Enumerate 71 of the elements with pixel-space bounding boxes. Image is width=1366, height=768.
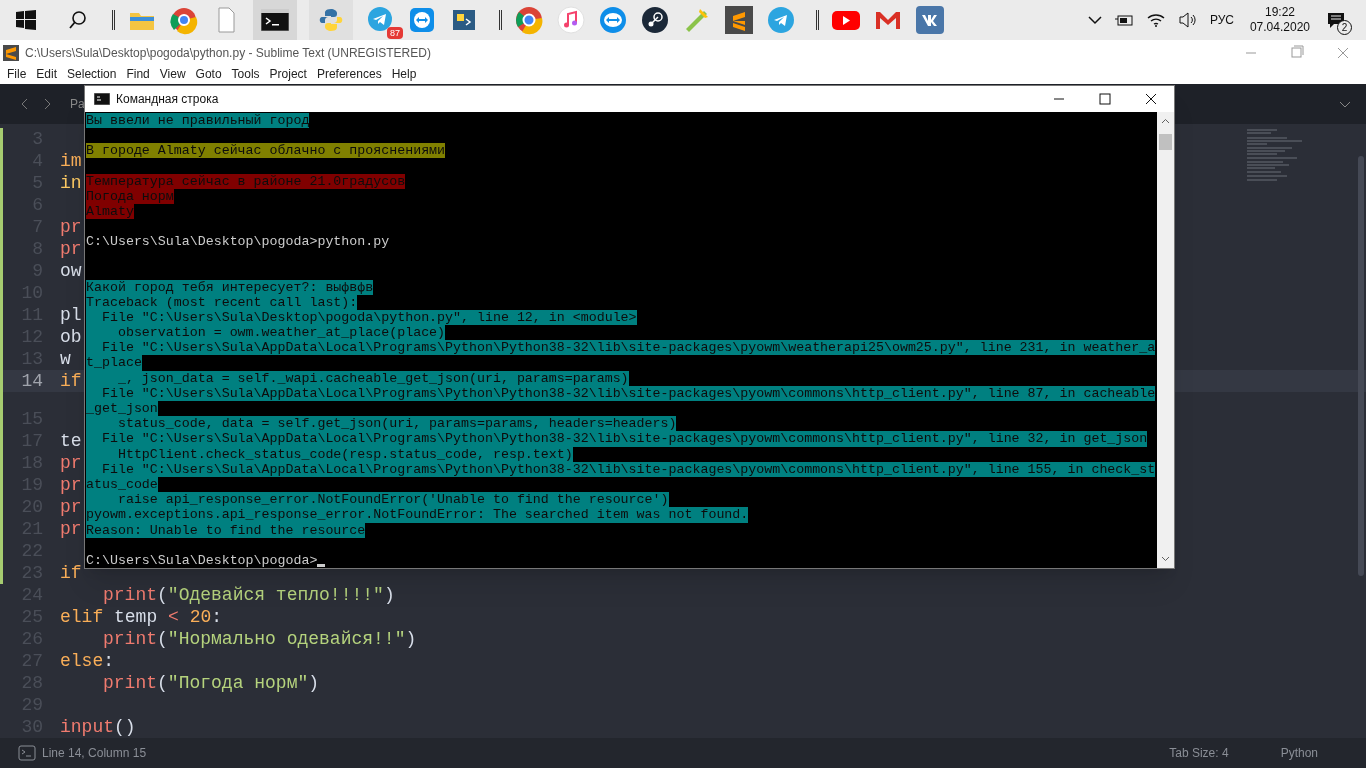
unread-badge: 87 bbox=[387, 27, 403, 39]
code-line: if bbox=[60, 562, 82, 583]
code-line: print("Одевайся тепло!!!!") bbox=[103, 584, 395, 605]
code-line: input() bbox=[60, 716, 136, 737]
vk-icon[interactable] bbox=[915, 5, 945, 35]
menu-item[interactable]: Goto bbox=[190, 66, 227, 82]
file-tab[interactable]: Pa bbox=[70, 95, 85, 113]
python-icon[interactable] bbox=[309, 0, 353, 40]
terminal-icon[interactable] bbox=[253, 0, 297, 40]
scroll-down-icon[interactable] bbox=[1161, 554, 1170, 563]
code-line: pl bbox=[60, 304, 82, 325]
text-cursor bbox=[317, 563, 326, 567]
code-line: pr bbox=[60, 216, 82, 237]
menu-item[interactable]: View bbox=[154, 66, 191, 82]
menu-item[interactable]: Project bbox=[264, 66, 312, 82]
clock-date[interactable]: 07.04.2020 bbox=[1249, 20, 1310, 35]
code-line: in bbox=[60, 172, 82, 193]
menu-item[interactable]: Selection bbox=[62, 66, 122, 82]
code-line: print("Нормально одевайся!!") bbox=[103, 628, 417, 649]
console-line: C:\Users\Sula\Desktop\pogoda>python.py bbox=[86, 234, 390, 250]
clock-time[interactable]: 19:22 bbox=[1264, 5, 1295, 20]
code-line: im bbox=[60, 150, 82, 171]
menu-item[interactable]: Preferences bbox=[311, 66, 387, 82]
console-app-icon bbox=[94, 93, 110, 105]
remote-desktop-icon[interactable] bbox=[598, 5, 628, 35]
scrollbar-thumb[interactable] bbox=[1159, 134, 1172, 150]
wifi-icon[interactable] bbox=[1145, 12, 1166, 28]
telegram-icon[interactable] bbox=[766, 5, 796, 35]
sublime-logo-icon bbox=[3, 45, 19, 61]
windows-logo-icon[interactable] bbox=[16, 10, 36, 30]
menu-item[interactable]: Help bbox=[386, 66, 422, 82]
menu-item[interactable]: File bbox=[2, 66, 32, 82]
menu-item[interactable]: Edit bbox=[31, 66, 63, 82]
console-icon[interactable] bbox=[18, 745, 36, 761]
menu-item[interactable]: Find bbox=[121, 66, 155, 82]
battery-icon[interactable] bbox=[1113, 13, 1134, 27]
music-icon[interactable] bbox=[556, 5, 586, 35]
code-line: if bbox=[60, 370, 82, 391]
scrollbar[interactable] bbox=[1157, 112, 1174, 568]
tab-size[interactable]: Tab Size: 4 bbox=[1169, 744, 1229, 762]
window-title: C:\Users\Sula\Desktop\pogoda\python.py - Sublime Text (UNREGISTERED) bbox=[25, 45, 431, 62]
code-line: te bbox=[60, 430, 82, 451]
browser-icon[interactable] bbox=[169, 5, 199, 35]
code-line: pr bbox=[60, 452, 82, 473]
code-line: pr bbox=[60, 518, 82, 539]
language-indicator[interactable]: РУС bbox=[1209, 11, 1234, 29]
window-title: Командная строка bbox=[116, 91, 219, 108]
code-line: pr bbox=[60, 496, 82, 517]
browser-icon[interactable] bbox=[514, 5, 544, 35]
line-number: 14 bbox=[20, 369, 43, 393]
code-line: pr bbox=[60, 238, 82, 259]
console-prompt: C:\Users\Sula\Desktop\pogoda> bbox=[86, 552, 318, 568]
remote-desktop-icon[interactable] bbox=[407, 5, 437, 35]
code-line: else: bbox=[60, 650, 115, 671]
code-line: w bbox=[60, 348, 71, 369]
scrollbar[interactable] bbox=[1358, 156, 1364, 576]
code-line: elif temp < 20: bbox=[60, 606, 223, 627]
search-icon[interactable] bbox=[68, 10, 88, 30]
code-line: pr bbox=[60, 474, 82, 495]
code-line: ob bbox=[60, 326, 82, 347]
cursor-position: Line 14, Column 15 bbox=[42, 745, 147, 762]
scroll-up-icon[interactable] bbox=[1161, 117, 1170, 126]
code-line: ow bbox=[60, 260, 82, 281]
notification-count: 2 bbox=[1337, 20, 1352, 35]
steam-icon[interactable] bbox=[640, 5, 670, 35]
syntax-name[interactable]: Python bbox=[1280, 744, 1318, 762]
volume-icon[interactable] bbox=[1177, 12, 1198, 28]
code-line: print("Погода норм") bbox=[103, 672, 320, 693]
chevron-up-icon[interactable] bbox=[1087, 15, 1102, 25]
menu-item[interactable]: Tools bbox=[226, 66, 265, 82]
sublime-icon[interactable] bbox=[724, 5, 754, 35]
